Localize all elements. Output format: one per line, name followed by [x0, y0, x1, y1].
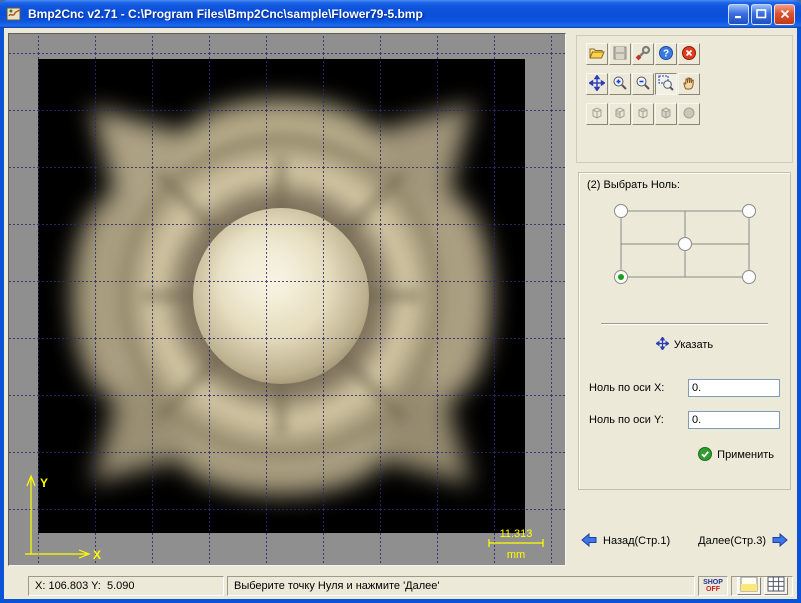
side-panel: ? (2) Выбрать Ноль: Указать Ноль по оси …: [570, 33, 799, 566]
zero-y-input[interactable]: [688, 411, 780, 429]
zero-x-field: Ноль по оси X:: [589, 379, 780, 397]
page-view-button[interactable]: [736, 576, 761, 595]
view-toggle-panel: [731, 575, 793, 596]
back-page-button[interactable]: Назад(Стр.1): [574, 530, 676, 552]
status-message: Выберите точку Нуля и нажмите 'Далее': [227, 575, 695, 596]
title-bar[interactable]: Bmp2Cnc v2.71 - C:\Program Files\Bmp2Cnc…: [0, 0, 801, 28]
next-page-button[interactable]: Далее(Стр.3): [692, 530, 795, 552]
open-file-icon: [589, 45, 605, 64]
view-render-icon: [681, 105, 697, 124]
view-iso-button[interactable]: [655, 103, 677, 125]
next-arrow-icon: [771, 532, 789, 550]
pick-cross-icon: [655, 336, 670, 353]
move-button[interactable]: [586, 73, 608, 95]
apply-button[interactable]: Применить: [692, 445, 780, 465]
view-left-icon: [589, 105, 605, 124]
zero-pos-top-left[interactable]: [614, 204, 628, 218]
help-button[interactable]: ?: [655, 43, 677, 65]
bitmap-image: [38, 59, 525, 533]
zoom-out-icon: [635, 75, 651, 94]
toolbox: ?: [576, 35, 793, 163]
save-file-button[interactable]: [609, 43, 631, 65]
zero-y-field: Ноль по оси Y:: [589, 411, 780, 429]
zero-pos-bottom-right[interactable]: [742, 270, 756, 284]
zero-position-selector[interactable]: [609, 201, 761, 293]
app-window: Bmp2Cnc v2.71 - C:\Program Files\Bmp2Cnc…: [0, 0, 801, 603]
zero-pos-top-right[interactable]: [742, 204, 756, 218]
zoom-window-icon: [658, 75, 674, 94]
view-left-button[interactable]: [586, 103, 608, 125]
pan-hand-icon: [681, 75, 697, 94]
save-file-icon: [612, 45, 628, 64]
zoom-out-button[interactable]: [632, 73, 654, 95]
window-title: Bmp2Cnc v2.71 - C:\Program Files\Bmp2Cnc…: [28, 7, 423, 21]
view-top-button[interactable]: [632, 103, 654, 125]
grid-view-icon: [767, 576, 785, 595]
zero-y-label: Ноль по оси Y:: [589, 414, 664, 426]
app-icon: [6, 5, 24, 23]
preview-canvas[interactable]: Y X 11.313 mm: [8, 33, 566, 566]
next-page-label: Далее(Стр.3): [698, 535, 766, 547]
shop-toggle-top: SHOP: [703, 578, 723, 586]
page-view-icon: [740, 576, 758, 595]
view-iso-icon: [658, 105, 674, 124]
back-arrow-icon: [580, 532, 598, 550]
view3d-toolbar: [586, 103, 783, 125]
axis-x-label: X: [93, 548, 101, 562]
apply-check-icon: [698, 446, 713, 464]
pick-zero-label: Указать: [673, 339, 714, 351]
window-body: Y X 11.313 mm ? (2) Выбрать Ноль: Указат…: [4, 28, 797, 599]
zero-pos-selected-dot: [618, 274, 624, 280]
help-icon: ?: [658, 45, 674, 64]
options-button[interactable]: [632, 43, 654, 65]
open-file-button[interactable]: [586, 43, 608, 65]
move-icon: [588, 73, 606, 94]
pick-zero-button[interactable]: Указать: [637, 335, 733, 355]
exit-button[interactable]: [678, 43, 700, 65]
view-render-button[interactable]: [678, 103, 700, 125]
view-front-button[interactable]: [609, 103, 631, 125]
flower-relief-render: [38, 59, 525, 533]
zero-select-group: (2) Выбрать Ноль: Указать Ноль по оси X:…: [578, 172, 791, 490]
zero-x-input[interactable]: [688, 379, 780, 397]
zoom-in-icon: [612, 75, 628, 94]
status-bar: X: 106.803 Y: 5.090 Выберите точку Нуля …: [4, 572, 797, 599]
close-button[interactable]: [774, 3, 795, 25]
zero-group-title: (2) Выбрать Ноль:: [587, 179, 680, 191]
scale-unit: mm: [507, 549, 525, 561]
view-top-icon: [635, 105, 651, 124]
zoom-toolbar: [586, 73, 783, 95]
options-icon: [635, 45, 651, 64]
coords-panel: X: 106.803 Y: 5.090: [28, 575, 224, 596]
apply-label: Применить: [717, 449, 774, 461]
pan-hand-button[interactable]: [678, 73, 700, 95]
separator: [601, 323, 768, 325]
zero-x-label: Ноль по оси X:: [589, 382, 665, 394]
exit-icon: [681, 45, 697, 64]
zoom-window-button[interactable]: [655, 73, 677, 95]
file-toolbar: ?: [586, 43, 783, 65]
grid-view-button[interactable]: [763, 576, 788, 595]
shop-toggle[interactable]: SHOP OFF: [698, 575, 728, 596]
maximize-button[interactable]: [751, 3, 772, 25]
zero-pos-center[interactable]: [678, 237, 692, 251]
view-front-icon: [612, 105, 628, 124]
svg-text:?: ?: [663, 48, 669, 59]
shop-toggle-bottom: OFF: [706, 585, 720, 593]
back-page-label: Назад(Стр.1): [603, 535, 671, 547]
zoom-in-button[interactable]: [609, 73, 631, 95]
minimize-button[interactable]: [728, 3, 749, 25]
